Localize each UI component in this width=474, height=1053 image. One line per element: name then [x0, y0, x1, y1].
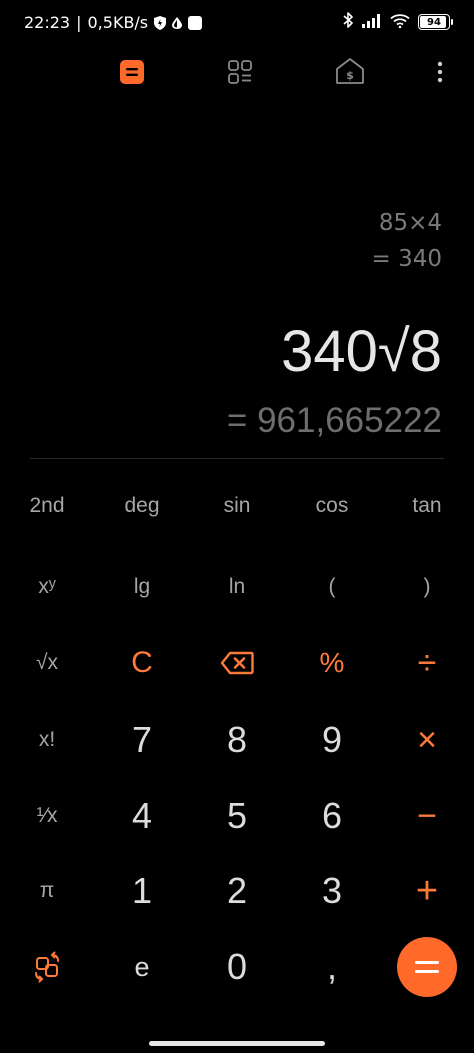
key-2[interactable]: 2: [197, 861, 277, 921]
battery-percent: 94: [427, 16, 441, 28]
bluetooth-icon: [342, 12, 354, 32]
app-toolbar: $: [0, 48, 474, 96]
key-power[interactable]: xʸ: [7, 557, 87, 617]
status-bar: 22:23 | 0,5KB/s 94: [0, 0, 474, 48]
currency-button[interactable]: $: [334, 55, 366, 87]
key-backspace[interactable]: [197, 633, 277, 693]
key-3[interactable]: 3: [292, 861, 372, 921]
key-tan[interactable]: tan: [387, 476, 467, 536]
key-equals[interactable]: [397, 937, 457, 997]
key-plus[interactable]: +: [387, 861, 467, 921]
status-left: 22:23 | 0,5KB/s: [24, 13, 203, 32]
key-1[interactable]: 1: [102, 861, 182, 921]
key-multiply[interactable]: ×: [387, 710, 467, 770]
key-close-paren[interactable]: ): [387, 557, 467, 617]
key-swap-mode[interactable]: [7, 937, 87, 997]
key-reciprocal[interactable]: ¹⁄x: [7, 786, 87, 846]
key-lg[interactable]: lg: [102, 557, 182, 617]
key-factorial[interactable]: x!: [7, 710, 87, 770]
status-right: 94: [342, 12, 453, 32]
home-indicator[interactable]: [149, 1041, 325, 1046]
key-pi[interactable]: π: [7, 861, 87, 921]
history-panel[interactable]: 85×4 = 340: [372, 205, 442, 277]
current-result: = 961,665222: [226, 401, 442, 440]
calculator-icon: [120, 60, 144, 84]
key-percent[interactable]: %: [292, 633, 372, 693]
key-divide[interactable]: ÷: [387, 633, 467, 693]
key-5[interactable]: 5: [197, 786, 277, 846]
key-ln[interactable]: ln: [197, 557, 277, 617]
key-cos[interactable]: cos: [292, 476, 372, 536]
display-divider: [30, 458, 444, 459]
droplet-icon: [172, 16, 183, 29]
key-open-paren[interactable]: (: [292, 557, 372, 617]
key-e[interactable]: e: [102, 937, 182, 997]
status-time: 22:23: [24, 13, 71, 32]
converter-button[interactable]: [224, 56, 256, 88]
signal-icon: [362, 13, 382, 32]
backspace-icon: [220, 651, 254, 675]
key-minus[interactable]: −: [387, 786, 467, 846]
status-separator: |: [76, 13, 82, 32]
key-4[interactable]: 4: [102, 786, 182, 846]
key-0[interactable]: 0: [197, 937, 277, 997]
key-9[interactable]: 9: [292, 710, 372, 770]
status-net-speed: 0,5KB/s: [87, 13, 149, 32]
svg-text:$: $: [346, 69, 354, 82]
swap-icon: [35, 951, 59, 983]
key-deg[interactable]: deg: [102, 476, 182, 536]
equals-icon: [415, 961, 439, 973]
shield-icon: [154, 15, 167, 30]
grid-icon: [228, 60, 252, 84]
battery-icon: 94: [418, 14, 453, 30]
history-result: = 340: [371, 246, 442, 272]
key-7[interactable]: 7: [102, 710, 182, 770]
current-expression: 340√8: [281, 319, 442, 384]
key-clear[interactable]: C: [102, 633, 182, 693]
key-sqrt[interactable]: √x: [7, 633, 87, 693]
more-vertical-icon: [437, 61, 443, 83]
notification-square-icon: [188, 15, 203, 30]
key-6[interactable]: 6: [292, 786, 372, 846]
history-expression: 85×4: [378, 210, 442, 236]
key-8[interactable]: 8: [197, 710, 277, 770]
more-options-button[interactable]: [424, 56, 456, 88]
calculator-mode-button[interactable]: [116, 56, 148, 88]
key-sin[interactable]: sin: [197, 476, 277, 536]
key-2nd[interactable]: 2nd: [7, 476, 87, 536]
key-comma[interactable]: ,: [292, 937, 372, 997]
currency-house-icon: $: [336, 58, 364, 84]
wifi-icon: [390, 13, 410, 32]
